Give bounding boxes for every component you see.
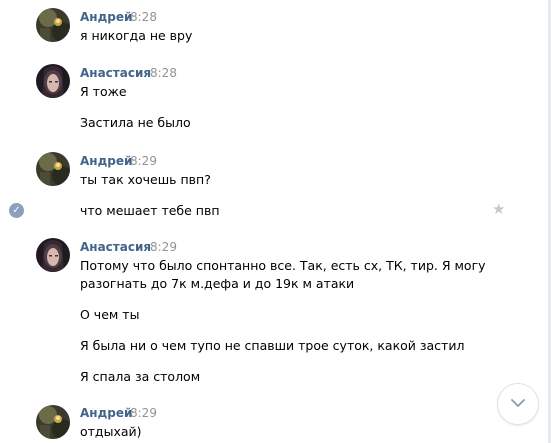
message-text: ты так хочешь пвп?: [80, 172, 211, 187]
message-author[interactable]: Андрей: [80, 10, 132, 24]
chevron-down-icon: [511, 399, 525, 407]
message-text: О чем ты: [80, 307, 140, 322]
message-text: что мешает тебе пвп: [80, 203, 220, 218]
scroll-down-button[interactable]: [497, 383, 539, 425]
avatar[interactable]: [36, 8, 70, 42]
check-icon[interactable]: ✓: [9, 203, 24, 218]
avatar[interactable]: [36, 64, 70, 98]
message-text: я никогда не вру: [80, 28, 193, 43]
message-time[interactable]: 8:29: [130, 154, 157, 168]
avatar[interactable]: [36, 405, 70, 439]
message-time[interactable]: 8:28: [130, 10, 157, 24]
star-icon[interactable]: ★: [492, 200, 505, 218]
message-text: Я тоже: [80, 84, 127, 99]
message-text: разогнать до 7к м.дефа и до 19к м атаки: [80, 276, 355, 291]
message-time[interactable]: 8:29: [130, 406, 157, 420]
message-text: Застила не было: [80, 115, 191, 130]
message-text: отдыхай): [80, 424, 142, 439]
message-author[interactable]: Анастасия: [80, 240, 151, 254]
message-time[interactable]: 8:28: [150, 66, 177, 80]
message-text: Я спала за столом: [80, 369, 201, 384]
message-time[interactable]: 8:29: [150, 240, 177, 254]
message-text: Потому что было спонтанно все. Так, есть…: [80, 258, 486, 273]
avatar[interactable]: [36, 238, 70, 272]
message-text: Я была ни о чем тупо не спавши трое суто…: [80, 338, 465, 353]
message-author[interactable]: Анастасия: [80, 66, 151, 80]
message-author[interactable]: Андрей: [80, 406, 132, 420]
avatar[interactable]: [36, 152, 70, 186]
message-author[interactable]: Андрей: [80, 154, 132, 168]
